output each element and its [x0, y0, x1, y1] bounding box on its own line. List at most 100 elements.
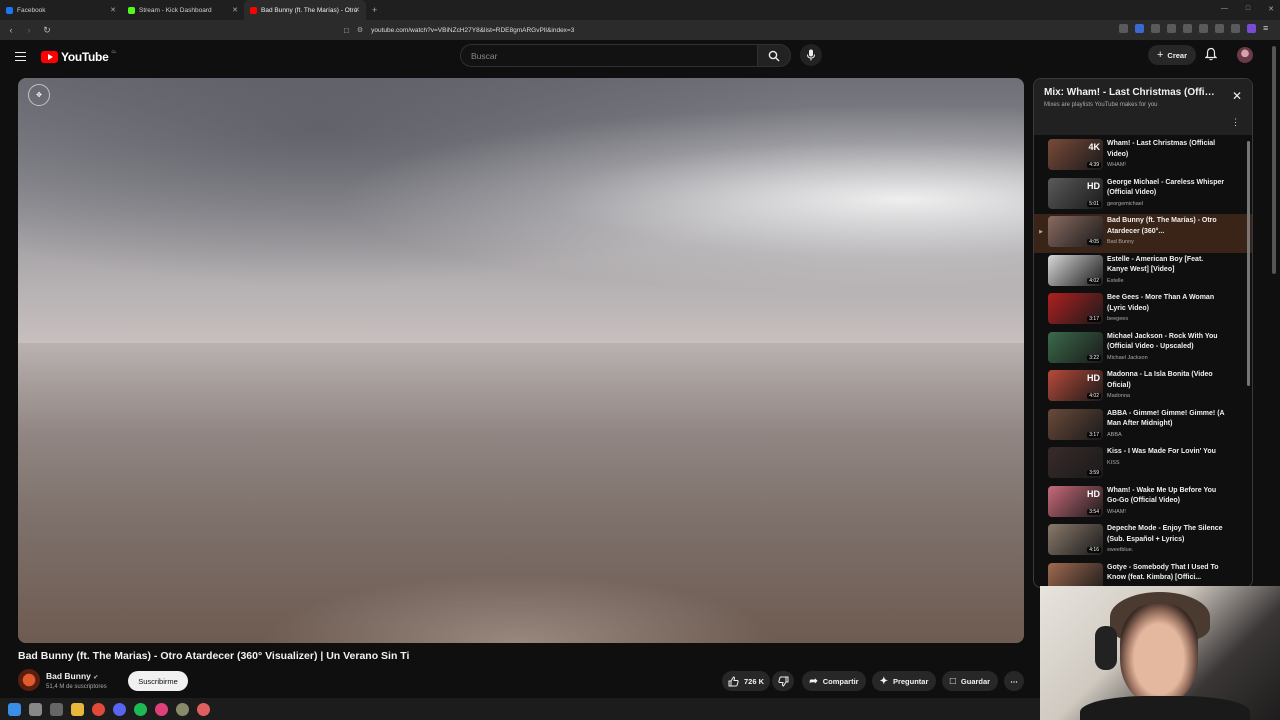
playlist-thumbnail[interactable]: 3:59	[1048, 447, 1103, 478]
dislike-button[interactable]	[772, 671, 794, 691]
playlist-index	[1034, 563, 1048, 576]
tab-close-icon[interactable]: ✕	[110, 6, 116, 14]
taskbar-app-icon[interactable]	[71, 702, 84, 716]
ask-button[interactable]: ✦ Preguntar	[872, 671, 936, 691]
playlist-item-info: Estelle - American Boy [Feat. Kanye West…	[1107, 255, 1225, 284]
duration-badge: 3:54	[1087, 508, 1101, 515]
tab-close-icon[interactable]: ✕	[354, 6, 360, 14]
like-button[interactable]: 726 K	[722, 671, 770, 691]
playlist-thumbnail[interactable]: 4:02	[1048, 254, 1103, 286]
channel-avatar[interactable]	[18, 669, 40, 691]
user-avatar[interactable]	[1237, 47, 1253, 63]
more-actions-button[interactable]: ⋯	[1004, 671, 1024, 691]
taskbar-app-icon[interactable]	[92, 702, 105, 716]
playlist-item[interactable]: HD 3:54 Wham! - Wake Me Up Before You Go-G…	[1034, 484, 1252, 523]
channel-name[interactable]: Bad Bunny ✔	[46, 671, 98, 681]
notifications-button[interactable]	[1204, 47, 1218, 66]
taskbar-app-icon[interactable]	[197, 702, 210, 716]
playlist-item[interactable]: 3:17 Bee Gees - More Than A Woman (Lyric …	[1034, 291, 1252, 330]
browser-tab[interactable]: Facebook ✕	[0, 0, 122, 20]
playlist-scrollbar[interactable]	[1247, 141, 1250, 386]
taskbar-app-icon[interactable]	[176, 702, 189, 716]
playlist-item[interactable]: 4K 4:39 Wham! - Last Christmas (Official V…	[1034, 137, 1252, 176]
extension-icon[interactable]	[1247, 24, 1256, 33]
playlist-thumbnail[interactable]: 3:22	[1048, 331, 1103, 363]
playlist-thumbnail[interactable]: 4K 4:39	[1048, 139, 1103, 170]
site-info-icon[interactable]: ⚙	[357, 26, 363, 34]
minimize-icon[interactable]: —	[1221, 5, 1228, 13]
playlist-thumbnail[interactable]: 4:04	[1048, 562, 1103, 587]
playlist-item[interactable]: 4:16 Depeche Mode - Enjoy The Silence (Su…	[1034, 522, 1252, 561]
more-vertical-icon[interactable]: ⋮	[1231, 117, 1240, 128]
youtube-logo[interactable]: YouTube CL	[41, 49, 117, 64]
create-label: Crear	[1167, 50, 1188, 60]
playlist-thumbnail[interactable]: 3:17	[1048, 293, 1103, 324]
playlist-item[interactable]: HD 4:02 Madonna - La Isla Bonita (Video Of…	[1034, 368, 1252, 407]
playlist-thumbnail[interactable]: 4:05	[1048, 216, 1103, 247]
playlist-item[interactable]: 3:59 Kiss - I Was Made For Lovin' You KISS	[1034, 445, 1252, 484]
save-label: Guardar	[960, 676, 991, 686]
playlist-title[interactable]: Mix: Wham! - Last Christmas (Official Vi…	[1044, 87, 1216, 98]
save-button[interactable]: □ Guardar	[942, 671, 998, 691]
playlist-thumbnail[interactable]: HD 3:54	[1048, 485, 1103, 517]
360-pan-control-icon[interactable]: ✥	[28, 84, 50, 106]
search-button[interactable]	[757, 44, 791, 67]
forward-icon[interactable]: ›	[22, 25, 36, 35]
close-icon[interactable]: ✕	[1232, 89, 1242, 103]
address-bar[interactable]: □ ⚙ youtube.com/watch?v=VBiNZcH27Y8&list…	[344, 22, 910, 38]
playlist-index	[1034, 139, 1048, 152]
search-input[interactable]: Buscar	[460, 44, 758, 67]
extension-icon[interactable]	[1199, 24, 1208, 33]
duration-badge: 4:02	[1087, 393, 1101, 399]
extension-icon[interactable]	[1119, 24, 1128, 33]
taskbar-app-icon[interactable]	[155, 702, 168, 716]
browser-tab[interactable]: Stream - Kick Dashboard ✕	[122, 0, 244, 20]
playlist-item[interactable]: 4:04Gotye - Somebody That I Used To Know…	[1034, 561, 1252, 587]
start-menu-icon[interactable]	[8, 702, 21, 716]
voice-search-button[interactable]	[800, 44, 822, 66]
playlist-thumbnail[interactable]: HD 5:01	[1048, 177, 1103, 209]
playlist-item[interactable]: 3:22 Michael Jackson - Rock With You (Off…	[1034, 330, 1252, 369]
extension-icon[interactable]	[1135, 24, 1144, 33]
playlist-item[interactable]: ▶ 4:05 Bad Bunny (ft. The Marías) - Otro A…	[1034, 214, 1252, 253]
playlist-thumbnail[interactable]: 3:17	[1048, 408, 1103, 440]
maximize-icon[interactable]: □	[1246, 5, 1250, 13]
playlist-item-channel: WHAM!	[1107, 508, 1126, 515]
playlist-item[interactable]: 4:02 Estelle - American Boy [Feat. Kanye …	[1034, 253, 1252, 292]
browser-menu-icon[interactable]: ≡	[1263, 24, 1272, 33]
browser-tab[interactable]: Bad Bunny (ft. The Marías) - Otro ✕	[244, 0, 366, 20]
extension-icon[interactable]	[1151, 24, 1160, 33]
playlist-item-channel: georgemichael	[1107, 200, 1144, 207]
taskbar-app-icon[interactable]	[50, 702, 63, 716]
hamburger-menu-icon[interactable]	[15, 52, 26, 61]
video-player[interactable]: ✥	[18, 78, 1024, 643]
close-window-icon[interactable]: ✕	[1268, 5, 1274, 13]
playlist-item[interactable]: HD 5:01 George Michael - Careless Whisper …	[1034, 176, 1252, 215]
taskbar-app-icon[interactable]	[134, 702, 147, 716]
playlist-item-title: Michael Jackson - Rock With You (Officia…	[1107, 332, 1218, 351]
duration-badge: 3:17	[1087, 431, 1101, 438]
duration-badge: 4:05	[1087, 239, 1101, 245]
extension-icon[interactable]	[1183, 24, 1192, 33]
reload-icon[interactable]: ↻	[40, 25, 54, 36]
extension-icon[interactable]	[1167, 24, 1176, 33]
tab-close-icon[interactable]: ✕	[232, 6, 238, 14]
extension-icon[interactable]	[1231, 24, 1240, 33]
extension-icon[interactable]	[1215, 24, 1224, 33]
playlist-index	[1034, 524, 1048, 537]
playlist-thumbnail[interactable]: HD 4:02	[1048, 370, 1103, 401]
playlist-thumbnail[interactable]: 4:16	[1048, 524, 1103, 555]
back-icon[interactable]: ‹	[4, 25, 18, 35]
create-button[interactable]: + Crear	[1148, 45, 1196, 65]
playlist-item[interactable]: 3:17 ABBA - Gimme! Gimme! Gimme! (A Man A…	[1034, 407, 1252, 446]
bookmark-icon[interactable]: □	[344, 26, 349, 35]
subscribe-button[interactable]: Suscribirme	[128, 671, 188, 691]
new-tab-icon[interactable]: +	[372, 5, 377, 15]
page-scrollbar[interactable]	[1272, 46, 1276, 274]
quality-badge: HD	[1087, 180, 1100, 191]
video-frame-foam	[218, 563, 818, 643]
taskbar-app-icon[interactable]	[113, 702, 126, 716]
playlist-item-channel: sweetblue.	[1107, 547, 1134, 553]
taskbar-search-icon[interactable]	[29, 702, 42, 716]
share-button[interactable]: ➦ Compartir	[802, 671, 866, 691]
